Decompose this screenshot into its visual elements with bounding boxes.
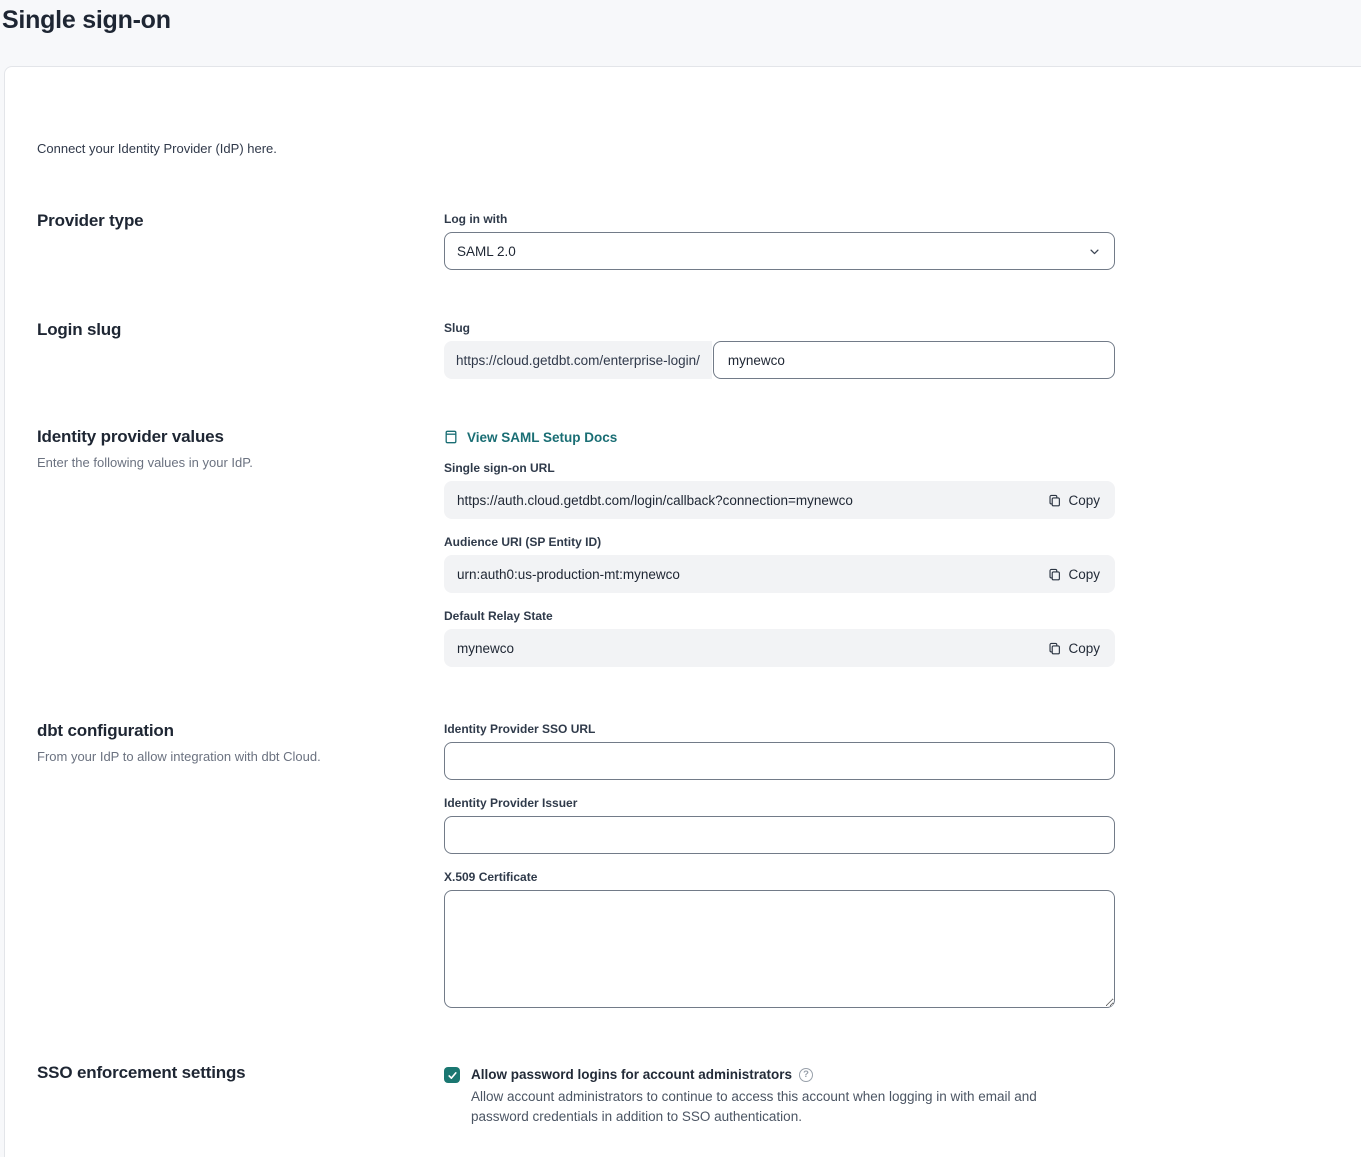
page-title: Single sign-on — [2, 4, 1361, 36]
copy-button-label: Copy — [1068, 493, 1100, 508]
audience-uri-field: urn:auth0:us-production-mt:mynewco Copy — [444, 555, 1115, 593]
copy-icon — [1048, 641, 1061, 656]
copy-audience-uri-button[interactable]: Copy — [1046, 567, 1102, 582]
idp-sso-url-label: Identity Provider SSO URL — [444, 723, 1115, 735]
idp-values-heading: Identity provider values — [37, 426, 444, 448]
idp-issuer-label: Identity Provider Issuer — [444, 797, 1115, 809]
sso-url-label: Single sign-on URL — [444, 462, 1115, 474]
login-with-select[interactable]: SAML 2.0 — [444, 232, 1115, 270]
slug-field-group: https://cloud.getdbt.com/enterprise-logi… — [444, 341, 1115, 379]
journal-doc-icon — [444, 429, 458, 445]
section-provider-type: Provider type Log in with SAML 2.0 — [5, 213, 1361, 270]
allow-password-logins-checkbox[interactable] — [444, 1067, 460, 1083]
settings-card: Connect your Identity Provider (IdP) her… — [4, 66, 1361, 1157]
relay-state-value: mynewco — [457, 641, 514, 656]
section-login-slug: Login slug Slug https://cloud.getdbt.com… — [5, 322, 1361, 379]
chevron-down-icon — [1089, 246, 1100, 257]
view-saml-docs-label: View SAML Setup Docs — [467, 430, 617, 445]
audience-uri-value: urn:auth0:us-production-mt:mynewco — [457, 567, 680, 582]
page-header: Single sign-on — [0, 0, 1361, 66]
audience-uri-label: Audience URI (SP Entity ID) — [444, 536, 1115, 548]
x509-certificate-label: X.509 Certificate — [444, 871, 1115, 883]
slug-input[interactable] — [713, 341, 1115, 379]
slug-label: Slug — [444, 322, 1115, 334]
provider-type-heading: Provider type — [37, 210, 444, 232]
intro-text: Connect your Identity Provider (IdP) her… — [37, 141, 1361, 156]
relay-state-label: Default Relay State — [444, 610, 1115, 622]
sso-enforcement-heading: SSO enforcement settings — [37, 1062, 444, 1084]
copy-button-label: Copy — [1068, 567, 1100, 582]
x509-certificate-textarea[interactable] — [444, 890, 1115, 1008]
copy-icon — [1048, 493, 1061, 508]
copy-sso-url-button[interactable]: Copy — [1046, 493, 1102, 508]
checkmark-icon — [447, 1070, 458, 1081]
section-sso-enforcement: SSO enforcement settings Allow password … — [5, 1065, 1361, 1127]
section-idp-values: Identity provider values Enter the follo… — [5, 429, 1361, 667]
copy-relay-state-button[interactable]: Copy — [1046, 641, 1102, 656]
idp-issuer-input[interactable] — [444, 816, 1115, 854]
login-slug-heading: Login slug — [37, 319, 444, 341]
relay-state-field: mynewco Copy — [444, 629, 1115, 667]
view-saml-docs-link[interactable]: View SAML Setup Docs — [444, 429, 617, 445]
dbt-config-subheading: From your IdP to allow integration with … — [37, 749, 444, 764]
idp-sso-url-input[interactable] — [444, 742, 1115, 780]
section-dbt-configuration: dbt configuration From your IdP to allow… — [5, 723, 1361, 1013]
dbt-config-heading: dbt configuration — [37, 720, 444, 742]
idp-values-subheading: Enter the following values in your IdP. — [37, 455, 444, 470]
copy-icon — [1048, 567, 1061, 582]
slug-url-prefix: https://cloud.getdbt.com/enterprise-logi… — [444, 341, 712, 379]
sso-url-field: https://auth.cloud.getdbt.com/login/call… — [444, 481, 1115, 519]
allow-password-logins-description: Allow account administrators to continue… — [471, 1087, 1091, 1127]
copy-button-label: Copy — [1068, 641, 1100, 656]
help-icon[interactable]: ? — [799, 1068, 813, 1082]
login-with-selected-value: SAML 2.0 — [457, 244, 516, 259]
login-with-label: Log in with — [444, 213, 1115, 225]
allow-password-logins-label[interactable]: Allow password logins for account admini… — [471, 1065, 792, 1084]
allow-password-logins-row: Allow password logins for account admini… — [444, 1065, 1115, 1127]
sso-url-value: https://auth.cloud.getdbt.com/login/call… — [457, 493, 853, 508]
